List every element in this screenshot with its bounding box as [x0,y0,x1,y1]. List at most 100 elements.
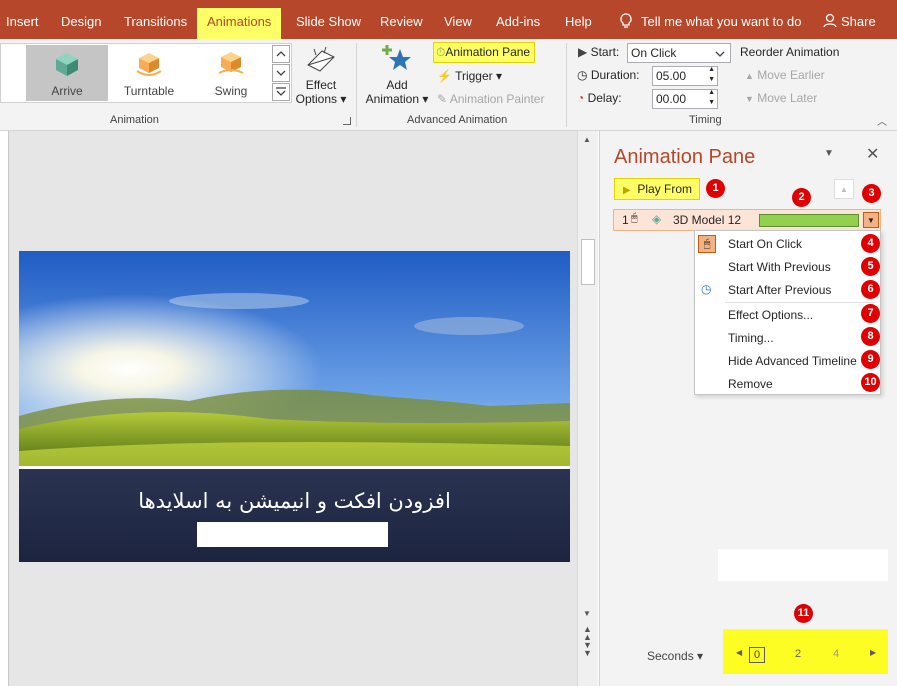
callout-badge: 11 [794,604,813,623]
trigger-button[interactable]: ⚡ Trigger ▾ [437,69,502,83]
next-slide-icon[interactable]: ▼ ▼ [583,641,592,658]
effect-options-button[interactable]: Effect Options ▾ [292,43,350,113]
close-icon[interactable]: ✕ [866,144,879,164]
delay-label-text: Delay: [587,91,622,105]
dialog-launcher-icon[interactable] [343,117,351,125]
clock-icon: ◷ [701,282,712,296]
add-animation-star-icon [382,45,411,70]
menu-start-with-previous[interactable]: Start With Previous [728,260,831,274]
reorder-animation-title: Reorder Animation [740,45,840,59]
callout-badge: 5 [861,257,880,276]
duration-label: ◷ Duration: [577,68,640,82]
animation-item-row[interactable]: 1 🖱 ◈ 3D Model 12 ▼ [613,209,881,231]
add-animation-button[interactable]: Add Animation ▾ [362,43,432,113]
add-animation-line1: Add [386,78,408,92]
scroll-up-arrow[interactable]: ▲ [583,135,591,144]
timeline-ruler[interactable]: ◀ 0 2 4 ▶ [723,629,888,674]
move-later-label: Move Later [757,91,818,105]
start-label-text: Start: [590,45,620,59]
play-from-button[interactable]: ▶ Play From [614,178,700,200]
callout-badge: 9 [861,350,880,369]
arrive-icon [56,53,78,76]
scroll-down-arrow[interactable]: ▼ [583,609,591,618]
start-select[interactable]: On Click [627,43,731,63]
effect-options-label: Options [295,92,337,106]
spin-arrows-icon[interactable]: ▲ ▼ [708,88,715,108]
menu-hide-advanced-timeline[interactable]: Hide Advanced Timeline [728,354,857,368]
caption-placeholder[interactable] [197,522,388,547]
mouse-click-icon: 🖱 [631,212,638,224]
effect-turntable[interactable]: Turntable [108,45,190,101]
timing-bar[interactable] [759,214,859,227]
duration-stepper[interactable]: 05.00 ▲ ▼ [652,66,718,86]
menu-remove[interactable]: Remove [728,377,773,391]
share-button[interactable]: Share [823,8,876,37]
tell-me-label: Tell me what you want to do [641,14,802,29]
effect-options-line1: Effect [305,78,337,92]
tab-insert[interactable]: Insert [2,8,43,37]
effect-arrive[interactable]: Arrive [26,45,108,101]
timeline-right-arrow[interactable]: ▶ [870,648,876,657]
seconds-label: Seconds [647,649,694,663]
tab-design[interactable]: Design [57,8,105,37]
menu-start-after-previous[interactable]: Start After Previous [728,283,831,297]
tab-review[interactable]: Review [376,8,427,37]
tab-add-ins[interactable]: Add-ins [492,8,544,37]
lightbulb-icon [620,13,632,28]
gallery-more-button[interactable] [272,83,290,101]
tell-me-search[interactable]: Tell me what you want to do [619,8,801,37]
menu-start-on-click[interactable]: Start On Click [728,237,802,251]
slide[interactable]: افزودن افکت و انیمیشن به اسلایدها [19,251,570,562]
slide-caption[interactable]: افزودن افکت و انیمیشن به اسلایدها [19,489,570,513]
effect-options-line2: Options ▾ [295,92,347,106]
landscape-photo[interactable] [19,251,570,466]
timeline-left-arrow[interactable]: ◀ [736,648,742,657]
caption-band: افزودن افکت و انیمیشن به اسلایدها [19,469,570,562]
tab-animations[interactable]: Animations [197,8,282,39]
animation-pane-icon: ⏱ [436,45,446,59]
spin-arrows-icon[interactable]: ▲ ▼ [708,65,715,85]
collapse-ribbon-icon[interactable]: ︿ [877,113,887,128]
animation-painter-label: Animation Painter [449,92,545,106]
animation-painter-button[interactable]: ✎ Animation Painter [437,92,544,106]
menu-timing[interactable]: Timing... [728,331,774,345]
tab-view[interactable]: View [440,8,476,37]
move-earlier-label: Move Earlier [757,68,825,82]
timeline-tick: 0 [749,647,765,663]
callout-badge: 6 [861,280,880,299]
item-dropdown-button[interactable]: ▼ [863,212,879,228]
slide-editing-area: افزودن افکت و انیمیشن به اسلایدها [8,131,598,686]
timeline-tick: 4 [833,648,840,660]
callout-badge: 8 [861,327,880,346]
delay-stepper[interactable]: 00.00 ▲ ▼ [652,89,718,109]
expand-gallery-icon [276,87,286,96]
duration-label-text: Duration: [590,68,640,82]
slide-scrollbar[interactable]: ▲ ▼ ▲ ▲ ▼ ▼ [577,131,598,686]
model-3d-icon: ◈ [652,212,662,226]
timeline-tick: 2 [795,648,802,660]
move-later-button[interactable]: ▼ Move Later [745,91,817,105]
effect-label: Turntable [123,84,175,98]
gallery-up-button[interactable] [272,45,290,63]
tab-transitions[interactable]: Transitions [120,8,191,37]
item-number: 1 [622,213,629,227]
group-separator [566,43,567,127]
callout-badge: 4 [861,234,880,253]
seconds-dropdown[interactable]: Seconds ▾ [647,649,703,663]
tab-help[interactable]: Help [561,8,596,37]
gallery-down-button[interactable] [272,64,290,82]
reorder-up-button[interactable]: ▲ [834,179,854,199]
effect-label: Arrive [51,84,83,98]
previous-slide-icon[interactable]: ▲ ▲ [583,625,592,642]
effect-options-icon [307,46,335,72]
animation-pane-button[interactable]: ⏱Animation Pane [433,42,536,63]
scroll-thumb[interactable] [581,239,595,285]
menu-effect-options[interactable]: Effect Options... [728,308,813,322]
add-animation-label: Animation [365,92,419,106]
clock-icon: ◷ [577,68,588,82]
move-earlier-button[interactable]: ▲ Move Earlier [745,68,825,82]
effect-swing[interactable]: Swing [190,45,272,101]
tab-slide-show[interactable]: Slide Show [292,8,365,37]
pane-options-chevron-icon[interactable]: ▼ [824,148,834,159]
animation-pane-label: Animation Pane [445,45,531,59]
